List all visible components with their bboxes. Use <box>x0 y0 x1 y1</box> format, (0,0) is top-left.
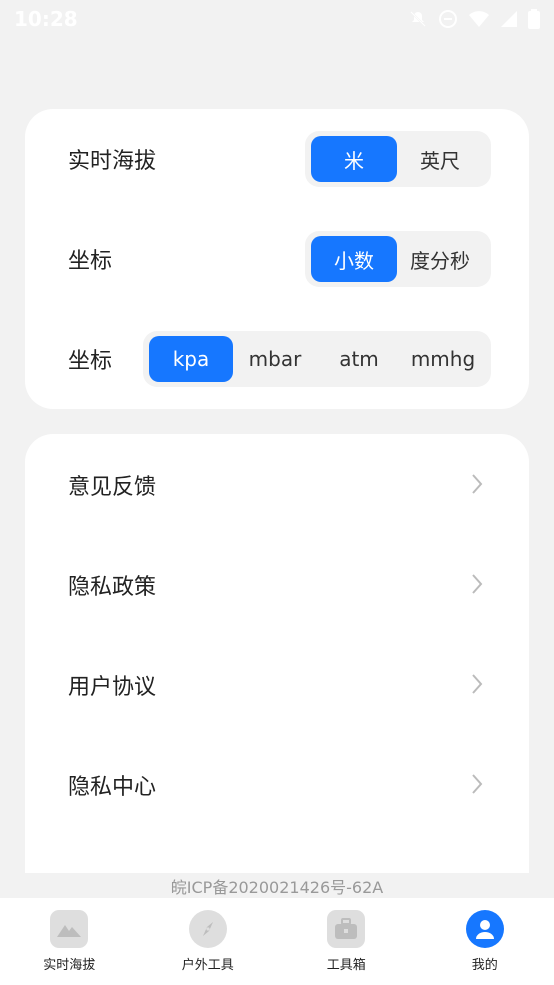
pressure-unit-label: 坐标 <box>68 349 113 374</box>
menu-item-label: 隐私中心 <box>68 775 157 800</box>
menu-item-label: 意见反馈 <box>68 475 157 500</box>
chevron-right-icon <box>472 674 483 694</box>
chevron-right-icon <box>472 574 483 594</box>
tab-label: 户外工具 <box>181 958 234 973</box>
mute-icon <box>408 9 428 29</box>
coord-format-label: 坐标 <box>68 249 113 274</box>
chevron-right-icon <box>472 474 483 494</box>
status-bar: 10:28 <box>0 0 554 38</box>
compass-icon <box>188 910 227 948</box>
coord-format-row: 坐标 小数 度分秒 <box>25 231 529 287</box>
toolbox-icon <box>327 910 366 948</box>
pressure-option-atm[interactable]: atm <box>317 336 401 382</box>
tab-toolbox[interactable]: 工具箱 <box>277 898 416 985</box>
menu-item-user-agreement[interactable]: 用户协议 <box>25 655 529 715</box>
battery-icon <box>528 9 540 29</box>
tab-mine[interactable]: 我的 <box>416 898 554 985</box>
pressure-option-kpa[interactable]: kpa <box>149 336 233 382</box>
settings-card: 实时海拔 米 英尺 坐标 小数 度分秒 坐标 kpa mbar atm mmhg <box>25 109 529 409</box>
pressure-option-mmhg[interactable]: mmhg <box>401 336 485 382</box>
altitude-unit-segmented: 米 英尺 <box>305 131 491 187</box>
altitude-unit-label: 实时海拔 <box>68 149 157 174</box>
status-icons <box>408 9 540 29</box>
bottom-tab-bar: 实时海拔 户外工具 工具箱 我的 <box>0 898 554 985</box>
menu-item-label: 隐私政策 <box>68 575 157 600</box>
menu-item-privacy-policy[interactable]: 隐私政策 <box>25 555 529 615</box>
signal-icon <box>500 10 518 28</box>
unit-option-feet[interactable]: 英尺 <box>397 136 483 182</box>
pressure-unit-row: 坐标 kpa mbar atm mmhg <box>25 331 529 387</box>
user-icon <box>465 910 504 948</box>
coord-option-dms[interactable]: 度分秒 <box>397 236 483 282</box>
menu-item-label: 用户协议 <box>68 675 157 700</box>
tab-label: 实时海拔 <box>43 958 96 973</box>
pressure-unit-segmented: kpa mbar atm mmhg <box>143 331 491 387</box>
dnd-icon <box>438 9 458 29</box>
pressure-option-mbar[interactable]: mbar <box>233 336 317 382</box>
altitude-unit-row: 实时海拔 米 英尺 <box>25 131 529 187</box>
tab-outdoor-tools[interactable]: 户外工具 <box>139 898 278 985</box>
mountain-icon <box>50 910 89 948</box>
wifi-icon <box>468 10 490 28</box>
tab-label: 工具箱 <box>326 958 366 973</box>
icp-license-text: 皖ICP备2020021426号-62A <box>170 878 384 897</box>
chevron-right-icon <box>472 774 483 794</box>
tab-altitude[interactable]: 实时海拔 <box>0 898 139 985</box>
menu-item-privacy-center[interactable]: 隐私中心 <box>25 755 529 815</box>
unit-option-meter[interactable]: 米 <box>311 136 397 182</box>
coord-option-decimal[interactable]: 小数 <box>311 236 397 282</box>
tab-label: 我的 <box>471 958 498 973</box>
coord-format-segmented: 小数 度分秒 <box>305 231 491 287</box>
menu-card: 意见反馈 隐私政策 用户协议 隐私中心 <box>25 434 529 873</box>
status-time: 10:28 <box>14 7 78 31</box>
menu-item-feedback[interactable]: 意见反馈 <box>25 455 529 515</box>
